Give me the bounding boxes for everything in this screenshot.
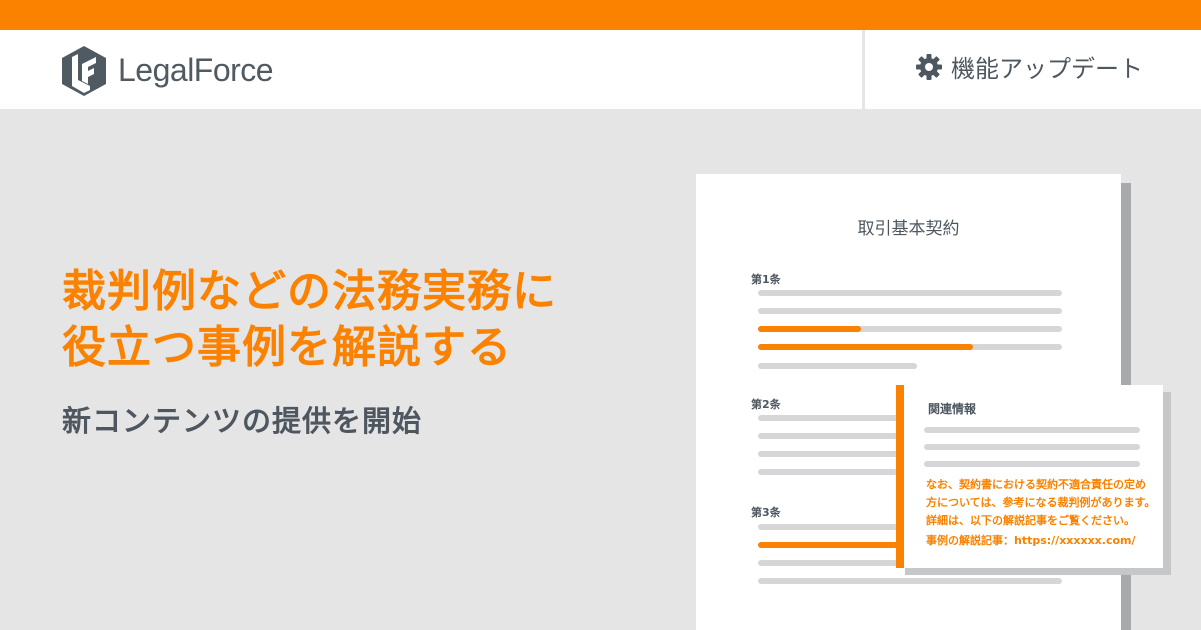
panel-text-line-1: なお、契約書における契約不適合責任の定め [926,478,1146,491]
subheadline: 新コンテンツの提供を開始 [62,404,423,438]
headline: 裁判例などの法務実務に 役立つ事例を解説する [62,264,702,376]
panel-accent-bar [896,385,904,568]
header-divider [862,30,865,109]
document-title: 取引基本契約 [857,219,960,239]
update-label-text: 機能アップデート [951,55,1143,83]
top-accent-bar [0,0,1201,30]
highlighted-text-line [758,326,861,332]
brand-name: LegalForce [118,52,274,88]
text-line [924,427,1140,433]
related-info-panel: 関連情報 なお、契約書における契約不適合責任の定め 方については、参考になる裁判… [896,385,1163,568]
article-link[interactable]: 事例の解説記事：https://xxxxxx.com/ [926,533,1136,549]
article-label-2: 第2条 [751,398,781,411]
text-line [758,290,1062,296]
text-line [924,444,1140,450]
headline-line-2: 役立つ事例を解説する [62,322,512,373]
panel-text-line-3: 詳細は、以下の解説記事をご覧ください。 [926,514,1135,527]
text-line [758,308,1062,314]
brand-logo[interactable]: LegalForce [60,44,274,96]
headline-line-1: 裁判例などの法務実務に [62,266,557,317]
highlighted-text-line [758,344,973,350]
article-label-3: 第3条 [751,506,781,519]
panel-title: 関連情報 [928,402,977,416]
text-line [758,578,1062,584]
highlighted-text-line [758,542,908,548]
gear-icon [915,53,943,85]
panel-text-line-2: 方については、参考になる裁判例があります。 [926,496,1156,509]
article-label-1: 第1条 [751,273,781,286]
text-line [758,363,917,369]
feature-update-label: 機能アップデート [915,52,1143,86]
legalforce-logo-icon [60,44,108,96]
text-line [924,461,1140,467]
